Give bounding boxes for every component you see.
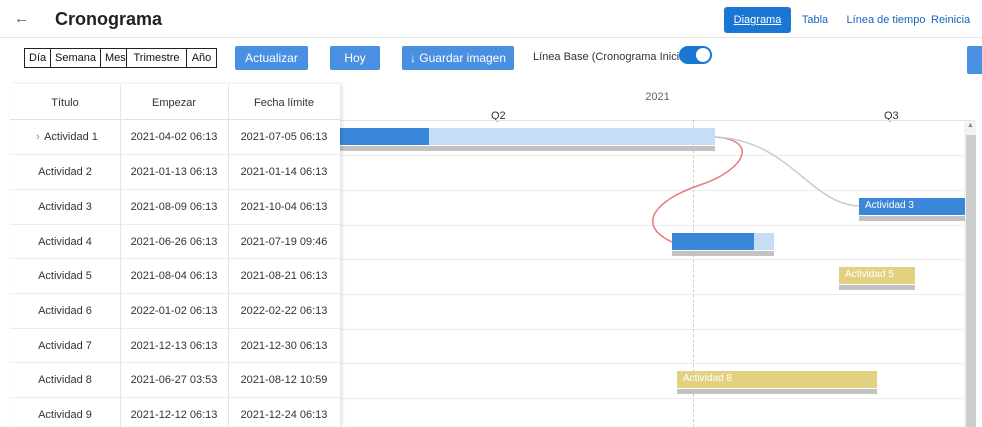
cell-title: Actividad 2 bbox=[38, 166, 92, 178]
table-row[interactable]: Actividad 6 2022-01-02 06:13 2022-02-22 … bbox=[10, 294, 340, 329]
cell-start: 2021-08-09 06:13 bbox=[130, 201, 218, 213]
grid-header: Título Empezar Fecha límite bbox=[10, 84, 340, 120]
dependency-link-red[interactable] bbox=[651, 136, 743, 243]
column-header-titulo[interactable]: Título bbox=[10, 97, 120, 109]
cell-title: Actividad 1 bbox=[44, 131, 98, 143]
baseline-bar bbox=[839, 285, 915, 290]
cell-due: 2021-08-12 10:59 bbox=[240, 374, 328, 386]
table-row[interactable]: Actividad 3 2021-08-09 06:13 2021-10-04 … bbox=[10, 190, 340, 225]
cell-due: 2021-07-19 09:46 bbox=[240, 236, 328, 248]
cell-due: 2021-10-04 06:13 bbox=[240, 201, 328, 213]
bar-label: Actividad 3 bbox=[865, 200, 914, 211]
gantt-bar-actividad-1[interactable] bbox=[340, 128, 715, 145]
table-row[interactable]: Actividad 9 2021-12-12 06:13 2021-12-24 … bbox=[10, 398, 340, 427]
cell-start: 2021-06-26 06:13 bbox=[130, 236, 218, 248]
table-row[interactable]: › Actividad 1 2021-04-02 06:13 2021-07-0… bbox=[10, 120, 340, 155]
table-row[interactable]: Actividad 8 2021-06-27 03:53 2021-08-12 … bbox=[10, 363, 340, 398]
column-header-empezar[interactable]: Empezar bbox=[120, 97, 228, 109]
baseline-bar bbox=[859, 216, 965, 221]
cell-start: 2021-12-13 06:13 bbox=[130, 340, 218, 352]
cell-due: 2021-07-05 06:13 bbox=[240, 131, 328, 143]
cell-start: 2021-08-04 06:13 bbox=[130, 270, 218, 282]
cell-due: 2022-02-22 06:13 bbox=[240, 305, 328, 317]
cell-start: 2022-01-02 06:13 bbox=[130, 305, 218, 317]
cell-due: 2021-12-30 06:13 bbox=[240, 340, 328, 352]
cell-due: 2021-08-21 06:13 bbox=[240, 270, 328, 282]
cell-title: Actividad 5 bbox=[38, 270, 92, 282]
bar-label: Actividad 8 bbox=[683, 373, 732, 384]
cell-start: 2021-04-02 06:13 bbox=[130, 131, 218, 143]
bar-label: Actividad 5 bbox=[845, 269, 894, 280]
bar-progress bbox=[672, 233, 754, 250]
cell-title: Actividad 7 bbox=[38, 340, 92, 352]
gantt-bar-actividad-4[interactable] bbox=[672, 233, 774, 250]
bar-progress bbox=[340, 128, 429, 145]
cell-start: 2021-12-12 06:13 bbox=[130, 409, 218, 421]
table-row[interactable]: Actividad 5 2021-08-04 06:13 2021-08-21 … bbox=[10, 259, 340, 294]
task-grid: Título Empezar Fecha límite › Actividad … bbox=[10, 84, 340, 427]
gantt-bar-actividad-5[interactable]: Actividad 5 bbox=[839, 267, 915, 284]
cell-title: Actividad 9 bbox=[38, 409, 92, 421]
dependency-link-gray[interactable] bbox=[714, 136, 861, 207]
gantt-bar-actividad-3[interactable]: Actividad 3 bbox=[859, 198, 965, 215]
cell-title: Actividad 3 bbox=[38, 201, 92, 213]
cell-title: Actividad 8 bbox=[38, 374, 92, 386]
cell-start: 2021-06-27 03:53 bbox=[130, 374, 218, 386]
column-header-fecha-limite[interactable]: Fecha límite bbox=[228, 97, 340, 109]
table-row[interactable]: Actividad 4 2021-06-26 06:13 2021-07-19 … bbox=[10, 225, 340, 259]
cell-title: Actividad 6 bbox=[38, 305, 92, 317]
cell-due: 2021-01-14 06:13 bbox=[240, 166, 328, 178]
gantt-bar-actividad-8[interactable]: Actividad 8 bbox=[677, 371, 877, 388]
table-row[interactable]: Actividad 7 2021-12-13 06:13 2021-12-30 … bbox=[10, 329, 340, 363]
table-row[interactable]: Actividad 2 2021-01-13 06:13 2021-01-14 … bbox=[10, 155, 340, 190]
cell-due: 2021-12-24 06:13 bbox=[240, 409, 328, 421]
cell-start: 2021-01-13 06:13 bbox=[130, 166, 218, 178]
cell-title: Actividad 4 bbox=[38, 236, 92, 248]
baseline-bar bbox=[672, 251, 774, 256]
baseline-bar bbox=[677, 389, 877, 394]
baseline-bar bbox=[340, 146, 715, 151]
